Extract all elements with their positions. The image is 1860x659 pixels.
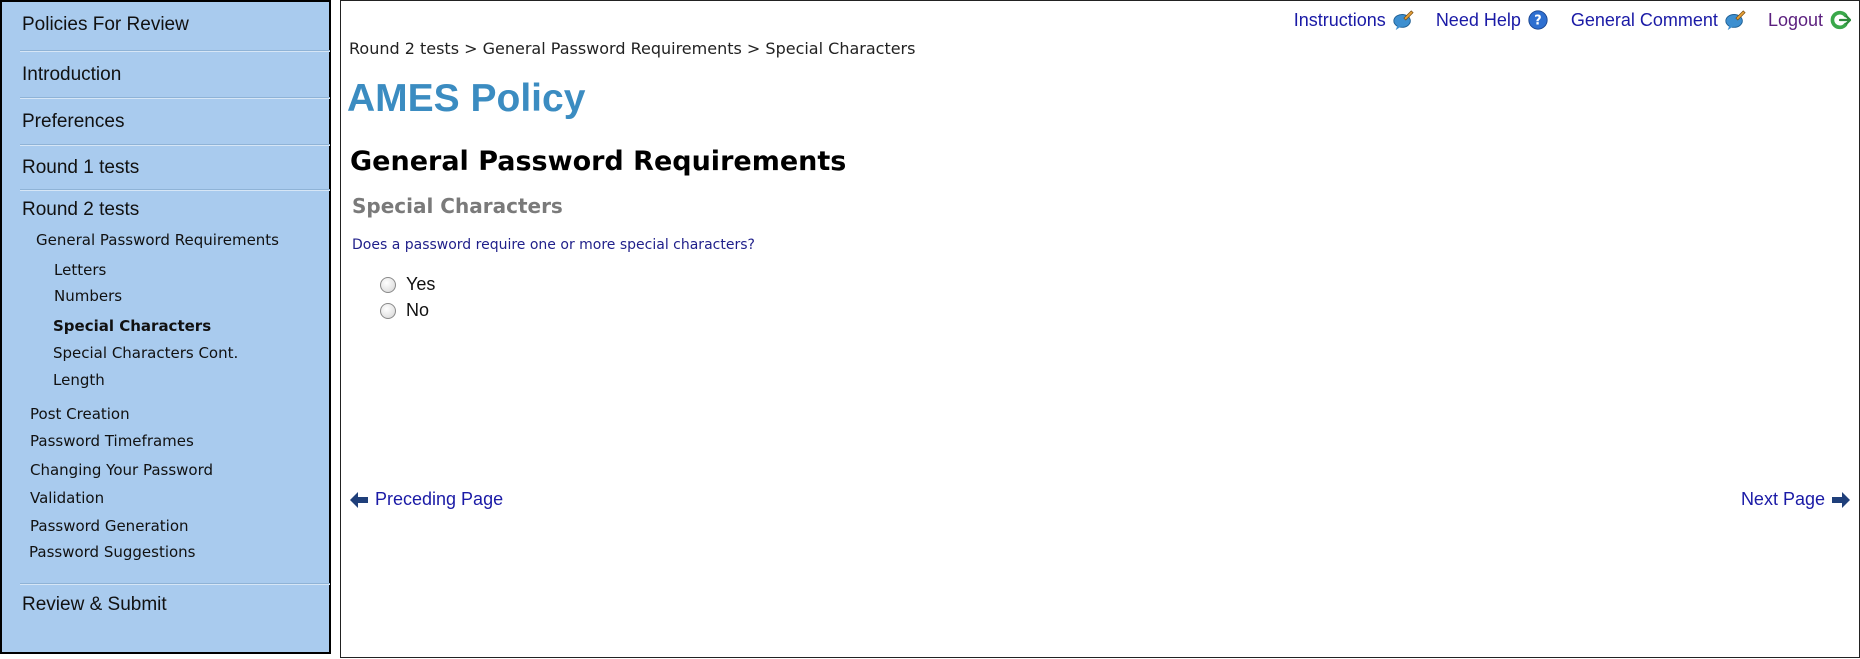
sidebar-item-password-generation[interactable]: Password Generation	[30, 517, 189, 535]
general-comment-link[interactable]: General Comment	[1571, 9, 1746, 31]
preceding-page-label: Preceding Page	[375, 489, 504, 509]
radio-yes[interactable]	[380, 276, 396, 293]
next-page-link[interactable]: Next Page	[1741, 489, 1851, 510]
breadcrumb-separator: >	[459, 39, 483, 58]
sidebar-item-password-suggestions[interactable]: Password Suggestions	[29, 543, 196, 561]
help-icon: ?	[1528, 10, 1548, 30]
main-content: Instructions Need Help ? General Comment	[340, 0, 1860, 658]
need-help-link[interactable]: Need Help ?	[1436, 9, 1549, 31]
comment-icon	[1393, 10, 1414, 31]
general-comment-label: General Comment	[1570, 9, 1718, 30]
option-no[interactable]: No	[380, 300, 429, 321]
next-page-label: Next Page	[1740, 489, 1825, 509]
instructions-link[interactable]: Instructions	[1294, 9, 1414, 31]
preceding-page-link[interactable]: Preceding Page	[349, 489, 503, 510]
logout-label: Logout	[1767, 9, 1823, 30]
sidebar-item-length[interactable]: Length	[53, 371, 105, 389]
instructions-label: Instructions	[1293, 9, 1386, 30]
sidebar-item-letters[interactable]: Letters	[54, 261, 106, 279]
section-title: General Password Requirements	[350, 146, 847, 177]
sidebar-divider	[20, 583, 330, 585]
page-title: AMES Policy	[347, 77, 586, 120]
arrow-left-icon	[350, 491, 368, 508]
option-yes[interactable]: Yes	[380, 274, 435, 295]
logout-icon	[1830, 10, 1851, 30]
sidebar-item-numbers[interactable]: Numbers	[54, 287, 122, 305]
need-help-label: Need Help	[1435, 9, 1521, 30]
subsection-title: Special Characters	[352, 194, 563, 218]
sidebar-item-special-characters-cont[interactable]: Special Characters Cont.	[53, 344, 238, 362]
sidebar-item-general-password-requirements[interactable]: General Password Requirements	[36, 231, 279, 249]
breadcrumb-separator: >	[741, 39, 766, 58]
sidebar-item-changing-your-password[interactable]: Changing Your Password	[30, 461, 213, 479]
svg-text:?: ?	[1534, 14, 1541, 29]
radio-no[interactable]	[380, 302, 396, 319]
sidebar-item-policies-for-review[interactable]: Policies For Review	[22, 14, 189, 36]
sidebar-item-password-timeframes[interactable]: Password Timeframes	[30, 432, 194, 450]
question-text: Does a password require one or more spec…	[352, 237, 755, 253]
sidebar-divider	[20, 97, 330, 99]
breadcrumb: Round 2 tests > General Password Require…	[349, 39, 915, 58]
sidebar-item-preferences[interactable]: Preferences	[22, 111, 124, 133]
comment-icon	[1725, 10, 1746, 31]
option-yes-label: Yes	[406, 274, 436, 294]
sidebar-divider	[20, 144, 330, 146]
breadcrumb-special-characters: Special Characters	[765, 39, 916, 58]
sidebar-item-post-creation[interactable]: Post Creation	[30, 405, 130, 423]
sidebar-item-introduction[interactable]: Introduction	[22, 64, 121, 86]
sidebar-divider	[20, 50, 330, 52]
sidebar: Policies For Review Introduction Prefere…	[0, 0, 331, 654]
sidebar-item-special-characters[interactable]: Special Characters	[53, 317, 211, 335]
sidebar-item-round-1-tests[interactable]: Round 1 tests	[22, 157, 139, 179]
breadcrumb-round-2-tests[interactable]: Round 2 tests	[349, 39, 459, 58]
sidebar-item-round-2-tests[interactable]: Round 2 tests	[22, 199, 139, 221]
breadcrumb-general-password-requirements[interactable]: General Password Requirements	[483, 39, 742, 58]
option-no-label: No	[406, 300, 430, 320]
arrow-right-icon	[1832, 491, 1850, 508]
sidebar-item-validation[interactable]: Validation	[30, 489, 104, 507]
logout-link[interactable]: Logout	[1768, 9, 1851, 31]
sidebar-divider	[20, 189, 330, 191]
header-links: Instructions Need Help ? General Comment	[1294, 9, 1851, 31]
sidebar-item-review-submit[interactable]: Review & Submit	[22, 594, 167, 616]
